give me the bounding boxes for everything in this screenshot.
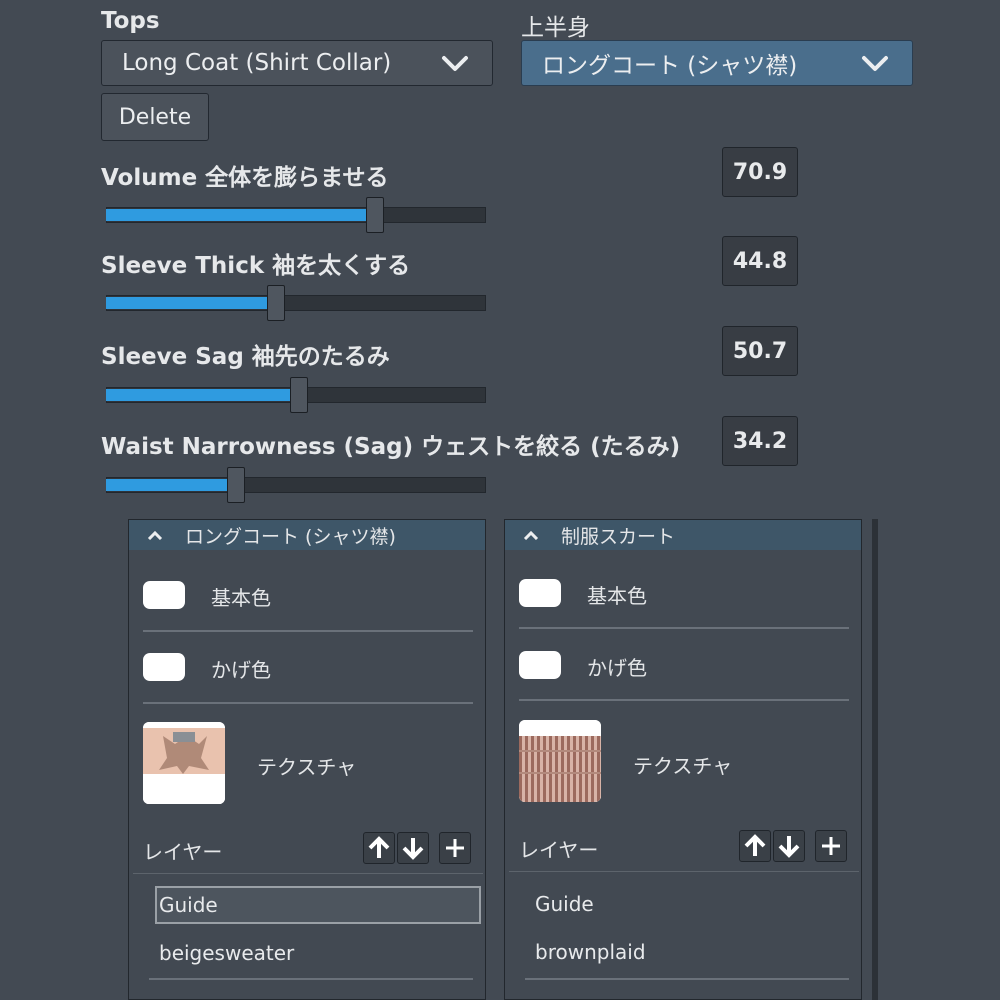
arrow-down-icon [402, 838, 424, 860]
layer-item-guide[interactable]: Guide [159, 893, 218, 917]
slider-fill [106, 479, 236, 491]
base-color-label: 基本色 [587, 584, 647, 608]
tops-dropdown-jp[interactable]: ロングコート (シャツ襟) [521, 40, 913, 86]
tops-label-jp: 上半身 [521, 15, 590, 41]
tops-dropdown-value: Long Coat (Shirt Collar) [122, 50, 392, 76]
texture-label: テクスチャ [257, 755, 357, 779]
layer-down-button[interactable] [397, 832, 429, 864]
layer-item-guide[interactable]: Guide [535, 892, 594, 916]
panel-uniform-skirt: 制服スカート 基本色 かげ色 テクスチャ レイヤー Guide brownpla… [504, 519, 862, 1000]
texture-image [519, 720, 601, 802]
volume-value[interactable]: 70.9 [722, 147, 798, 197]
divider [509, 871, 859, 872]
slider-handle[interactable] [366, 197, 385, 233]
tops-dropdown[interactable]: Long Coat (Shirt Collar) [101, 40, 493, 86]
layer-item-brownplaid[interactable]: brownplaid [535, 940, 646, 964]
arrow-up-icon [744, 834, 766, 856]
base-color-label: 基本色 [211, 586, 271, 610]
layer-up-button[interactable] [363, 832, 395, 864]
chevron-down-icon [862, 56, 888, 71]
slider-label-volume: Volume 全体を膨らませる [101, 165, 389, 191]
caret-up-icon [147, 530, 163, 540]
slider-fill [106, 389, 299, 401]
chevron-down-icon [442, 56, 468, 71]
panel-title: ロングコート (シャツ襟) [185, 525, 396, 548]
texture-image [143, 722, 225, 804]
texture-label: テクスチャ [633, 754, 733, 778]
layer-add-button[interactable] [439, 832, 471, 864]
shadow-color-label: かげ色 [587, 656, 647, 680]
tops-dropdown-jp-value: ロングコート (シャツ襟) [542, 53, 798, 79]
waist-value[interactable]: 34.2 [722, 416, 798, 466]
tops-label: Tops [101, 8, 160, 34]
slider-label-sleeve-sag: Sleeve Sag 袖先のたるみ [101, 344, 390, 370]
divider [143, 630, 473, 632]
panel-long-coat: ロングコート (シャツ襟) 基本色 かげ色 テクスチャ レイヤー Guide b… [128, 519, 486, 1000]
texture-thumbnail[interactable] [519, 720, 601, 802]
divider [143, 702, 473, 704]
layer-add-button[interactable] [815, 830, 847, 862]
slider-handle[interactable] [226, 467, 245, 503]
sleeve-sag-slider[interactable] [106, 377, 486, 413]
arrow-down-icon [778, 836, 800, 858]
caret-up-icon [523, 530, 539, 540]
panel-header[interactable]: ロングコート (シャツ襟) [129, 520, 485, 550]
divider [133, 873, 483, 874]
texture-thumbnail[interactable] [143, 722, 225, 804]
divider [519, 627, 849, 629]
divider [525, 978, 849, 980]
shadow-color-swatch[interactable] [519, 651, 561, 679]
sleeve-thick-value[interactable]: 44.8 [722, 236, 798, 286]
base-color-swatch[interactable] [519, 579, 561, 607]
slider-fill [106, 297, 277, 309]
layer-item-beigesweater[interactable]: beigesweater [159, 941, 294, 965]
volume-slider[interactable] [106, 197, 486, 233]
plus-icon [446, 839, 464, 857]
scrollbar[interactable] [872, 519, 878, 1000]
slider-label-waist: Waist Narrowness (Sag) ウェストを絞る (たるみ) [101, 434, 681, 460]
layer-down-button[interactable] [773, 830, 805, 862]
arrow-up-icon [368, 836, 390, 858]
shadow-color-swatch[interactable] [143, 653, 185, 681]
sleeve-sag-value[interactable]: 50.7 [722, 326, 798, 376]
delete-button[interactable]: Delete [101, 93, 209, 141]
shadow-color-label: かげ色 [211, 658, 271, 682]
layer-label: レイヤー [519, 838, 599, 862]
panel-header[interactable]: 制服スカート [505, 520, 861, 550]
sleeve-thick-slider[interactable] [106, 285, 486, 321]
panel-title: 制服スカート [561, 525, 676, 548]
waist-slider[interactable] [106, 467, 486, 503]
divider [519, 699, 849, 701]
slider-label-sleeve-thick: Sleeve Thick 袖を太くする [101, 253, 411, 279]
base-color-swatch[interactable] [143, 581, 185, 609]
plus-icon [822, 837, 840, 855]
divider [149, 978, 473, 980]
slider-fill [106, 209, 376, 221]
slider-handle[interactable] [267, 285, 286, 321]
layer-label: レイヤー [143, 840, 223, 864]
layer-up-button[interactable] [739, 830, 771, 862]
slider-handle[interactable] [289, 377, 308, 413]
